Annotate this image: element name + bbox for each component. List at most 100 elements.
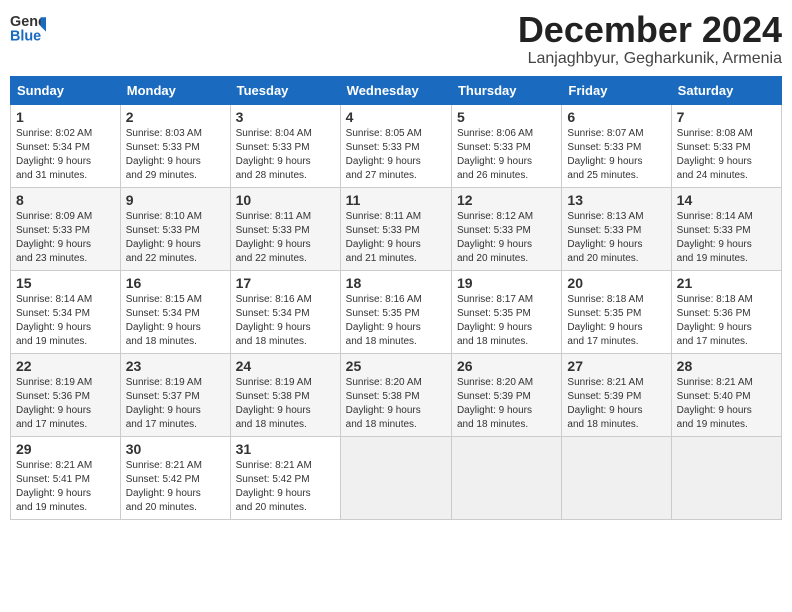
day-info: Sunrise: 8:04 AMSunset: 5:33 PMDaylight:… (236, 127, 335, 183)
day-number: 12 (457, 192, 556, 208)
day-info: Sunrise: 8:11 AMSunset: 5:33 PMDaylight:… (346, 210, 446, 266)
day-number: 22 (16, 358, 115, 374)
day-info: Sunrise: 8:09 AMSunset: 5:33 PMDaylight:… (16, 210, 115, 266)
day-info: Sunrise: 8:13 AMSunset: 5:33 PMDaylight:… (567, 210, 665, 266)
day-number: 8 (16, 192, 115, 208)
day-number: 17 (236, 275, 335, 291)
day-number: 15 (16, 275, 115, 291)
table-row: 6Sunrise: 8:07 AMSunset: 5:33 PMDaylight… (562, 104, 671, 187)
table-row: 8 Sunrise: 8:09 AMSunset: 5:33 PMDaylight… (11, 187, 121, 270)
day-info: Sunrise: 8:10 AMSunset: 5:33 PMDaylight:… (126, 210, 225, 266)
day-number: 11 (346, 192, 446, 208)
day-number: 19 (457, 275, 556, 291)
day-info: Sunrise: 8:21 AMSunset: 5:42 PMDaylight:… (236, 459, 335, 515)
table-row: 21Sunrise: 8:18 AMSunset: 5:36 PMDayligh… (671, 270, 781, 353)
table-row: 25 Sunrise: 8:20 AMSunset: 5:38 PMDayligh… (340, 353, 451, 436)
day-number: 5 (457, 109, 556, 125)
day-info: Sunrise: 8:20 AMSunset: 5:38 PMDaylight:… (346, 376, 446, 432)
table-row (562, 436, 671, 519)
table-row: 1 Sunrise: 8:02 AMSunset: 5:34 PMDaylight… (11, 104, 121, 187)
table-row: 23 Sunrise: 8:19 AMSunset: 5:37 PMDayligh… (120, 353, 230, 436)
day-number: 30 (126, 441, 225, 457)
day-number: 4 (346, 109, 446, 125)
day-info: Sunrise: 8:21 AMSunset: 5:41 PMDaylight:… (16, 459, 115, 515)
table-row: 26 Sunrise: 8:20 AMSunset: 5:39 PMDayligh… (451, 353, 561, 436)
table-row: 5 Sunrise: 8:06 AMSunset: 5:33 PMDaylight… (451, 104, 561, 187)
table-row: 30 Sunrise: 8:21 AMSunset: 5:42 PMDayligh… (120, 436, 230, 519)
table-row (671, 436, 781, 519)
day-info: Sunrise: 8:16 AMSunset: 5:35 PMDaylight:… (346, 293, 446, 349)
table-row: 14 Sunrise: 8:14 AMSunset: 5:33 PMDayligh… (671, 187, 781, 270)
calendar-table: Sunday Monday Tuesday Wednesday Thursday… (10, 76, 782, 520)
table-row: 12 Sunrise: 8:12 AMSunset: 5:33 PMDayligh… (451, 187, 561, 270)
day-number: 18 (346, 275, 446, 291)
day-number: 29 (16, 441, 115, 457)
day-info: Sunrise: 8:06 AMSunset: 5:33 PMDaylight:… (457, 127, 556, 183)
day-info: Sunrise: 8:19 AMSunset: 5:37 PMDaylight:… (126, 376, 225, 432)
day-number: 31 (236, 441, 335, 457)
day-info: Sunrise: 8:05 AMSunset: 5:33 PMDaylight:… (346, 127, 446, 183)
day-number: 9 (126, 192, 225, 208)
day-number: 20 (567, 275, 665, 291)
day-number: 26 (457, 358, 556, 374)
day-number: 3 (236, 109, 335, 125)
day-info: Sunrise: 8:07 AMSunset: 5:33 PMDaylight:… (567, 127, 665, 183)
col-tuesday: Tuesday (230, 76, 340, 104)
day-number: 25 (346, 358, 446, 374)
table-row: 17Sunrise: 8:16 AMSunset: 5:34 PMDayligh… (230, 270, 340, 353)
table-row: 2 Sunrise: 8:03 AMSunset: 5:33 PMDaylight… (120, 104, 230, 187)
day-number: 13 (567, 192, 665, 208)
title-block: December 2024 Lanjaghbyur, Gegharkunik, … (518, 10, 782, 68)
svg-text:Blue: Blue (10, 29, 41, 45)
calendar-week-row: 29 Sunrise: 8:21 AMSunset: 5:41 PMDayligh… (11, 436, 782, 519)
day-number: 24 (236, 358, 335, 374)
day-info: Sunrise: 8:17 AMSunset: 5:35 PMDaylight:… (457, 293, 556, 349)
day-info: Sunrise: 8:02 AMSunset: 5:34 PMDaylight:… (16, 127, 115, 183)
day-info: Sunrise: 8:20 AMSunset: 5:39 PMDaylight:… (457, 376, 556, 432)
day-number: 7 (677, 109, 776, 125)
month-title: December 2024 (518, 10, 782, 50)
table-row: 15Sunrise: 8:14 AMSunset: 5:34 PMDayligh… (11, 270, 121, 353)
table-row: 16Sunrise: 8:15 AMSunset: 5:34 PMDayligh… (120, 270, 230, 353)
table-row: 19 Sunrise: 8:17 AMSunset: 5:35 PMDayligh… (451, 270, 561, 353)
table-row: 24 Sunrise: 8:19 AMSunset: 5:38 PMDayligh… (230, 353, 340, 436)
day-number: 10 (236, 192, 335, 208)
table-row: 29 Sunrise: 8:21 AMSunset: 5:41 PMDayligh… (11, 436, 121, 519)
table-row: 27Sunrise: 8:21 AMSunset: 5:39 PMDayligh… (562, 353, 671, 436)
day-info: Sunrise: 8:12 AMSunset: 5:33 PMDaylight:… (457, 210, 556, 266)
col-monday: Monday (120, 76, 230, 104)
calendar-week-row: 1 Sunrise: 8:02 AMSunset: 5:34 PMDaylight… (11, 104, 782, 187)
table-row: 18 Sunrise: 8:16 AMSunset: 5:35 PMDayligh… (340, 270, 451, 353)
day-info: Sunrise: 8:03 AMSunset: 5:33 PMDaylight:… (126, 127, 225, 183)
table-row: 28Sunrise: 8:21 AMSunset: 5:40 PMDayligh… (671, 353, 781, 436)
calendar-week-row: 22 Sunrise: 8:19 AMSunset: 5:36 PMDayligh… (11, 353, 782, 436)
table-row (451, 436, 561, 519)
col-sunday: Sunday (11, 76, 121, 104)
calendar-header-row: Sunday Monday Tuesday Wednesday Thursday… (11, 76, 782, 104)
calendar-week-row: 8 Sunrise: 8:09 AMSunset: 5:33 PMDaylight… (11, 187, 782, 270)
day-number: 23 (126, 358, 225, 374)
table-row: 3 Sunrise: 8:04 AMSunset: 5:33 PMDaylight… (230, 104, 340, 187)
table-row: 10Sunrise: 8:11 AMSunset: 5:33 PMDayligh… (230, 187, 340, 270)
logo-icon: General Blue (10, 10, 46, 46)
day-info: Sunrise: 8:19 AMSunset: 5:36 PMDaylight:… (16, 376, 115, 432)
location: Lanjaghbyur, Gegharkunik, Armenia (518, 50, 782, 68)
table-row (340, 436, 451, 519)
calendar-week-row: 15Sunrise: 8:14 AMSunset: 5:34 PMDayligh… (11, 270, 782, 353)
col-wednesday: Wednesday (340, 76, 451, 104)
day-info: Sunrise: 8:21 AMSunset: 5:40 PMDaylight:… (677, 376, 776, 432)
table-row: 20Sunrise: 8:18 AMSunset: 5:35 PMDayligh… (562, 270, 671, 353)
day-number: 14 (677, 192, 776, 208)
col-thursday: Thursday (451, 76, 561, 104)
table-row: 4 Sunrise: 8:05 AMSunset: 5:33 PMDaylight… (340, 104, 451, 187)
table-row: 13 Sunrise: 8:13 AMSunset: 5:33 PMDayligh… (562, 187, 671, 270)
day-number: 27 (567, 358, 665, 374)
day-number: 16 (126, 275, 225, 291)
day-info: Sunrise: 8:19 AMSunset: 5:38 PMDaylight:… (236, 376, 335, 432)
day-info: Sunrise: 8:14 AMSunset: 5:33 PMDaylight:… (677, 210, 776, 266)
day-number: 2 (126, 109, 225, 125)
col-saturday: Saturday (671, 76, 781, 104)
day-number: 1 (16, 109, 115, 125)
day-info: Sunrise: 8:18 AMSunset: 5:36 PMDaylight:… (677, 293, 776, 349)
day-info: Sunrise: 8:21 AMSunset: 5:42 PMDaylight:… (126, 459, 225, 515)
